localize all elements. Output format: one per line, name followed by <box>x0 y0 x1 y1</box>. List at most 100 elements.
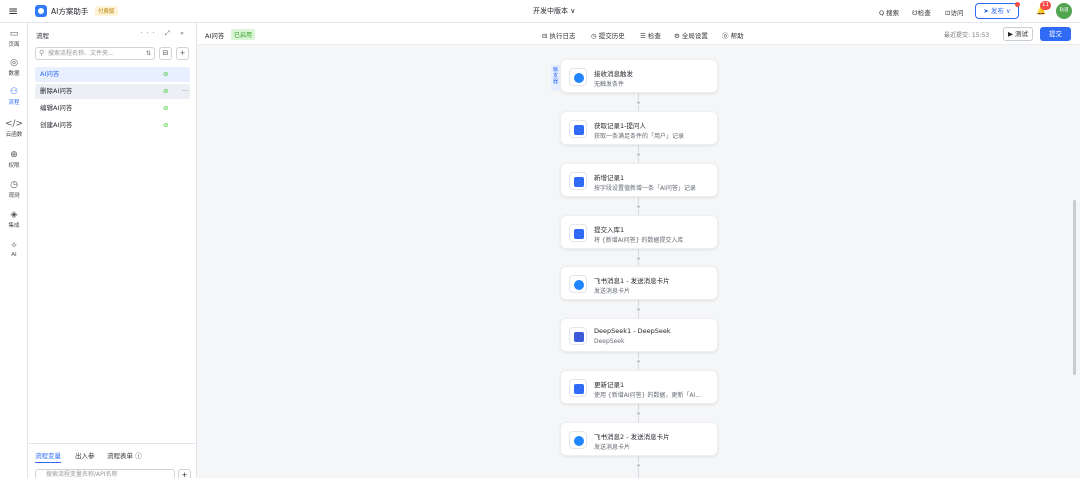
flow-list-item[interactable]: AI问答 ⊘ <box>35 67 190 82</box>
flow-node[interactable]: 提交入库1 将 {新增AI问答} 的数据提交入库 <box>560 215 718 249</box>
node-description: 按字段设置值新增一条「AI问答」记录 <box>594 185 696 192</box>
flow-list-item[interactable]: 删除AI问答 ⊘ ··· <box>35 84 190 99</box>
flow-node[interactable]: DeepSeek1 - DeepSeek DeepSeek <box>560 318 718 352</box>
submit-button[interactable]: 提交 <box>1040 27 1071 41</box>
add-node-dot[interactable] <box>636 411 641 416</box>
add-node-dot[interactable] <box>636 256 641 261</box>
version-dropdown[interactable]: 开发中版本 ∨ <box>533 6 575 16</box>
help-button[interactable]: ⓪ 帮助 <box>722 30 744 40</box>
rail-label: 流程 <box>8 100 20 106</box>
flow-list-item[interactable]: 创建AI问答 ⊘ <box>35 118 190 133</box>
test-button[interactable]: ▶ 测试 <box>1003 27 1033 41</box>
deepseek-icon <box>569 327 587 345</box>
status-badge: 已启用 <box>231 29 256 40</box>
more-icon[interactable]: ··· <box>182 84 188 99</box>
rail-item-2[interactable]: ⚇ 流程 <box>0 87 28 106</box>
add-node-dot[interactable] <box>636 463 641 468</box>
rail-label: 云函数 <box>5 132 23 138</box>
node-title: 飞书消息2 - 发送消息卡片 <box>594 433 670 441</box>
tab-flow-variables[interactable]: 流程变量 <box>35 450 61 463</box>
node-glyph <box>574 177 584 187</box>
notification-count: 11 <box>1040 1 1051 10</box>
rail-item-0[interactable]: ▭ 页面 <box>0 29 28 48</box>
tab-flow-form[interactable]: 流程表单 ⓘ <box>107 450 142 460</box>
rail-label: 权限 <box>8 163 20 169</box>
publish-label: 发布 <box>990 7 1004 15</box>
rail-item-6[interactable]: ◈ 集成 <box>0 210 28 229</box>
search-icon: ⚲ <box>39 49 45 57</box>
submit-history-button[interactable]: ◷ 提交历史 <box>591 30 625 40</box>
flow-node[interactable]: 接收消息触发 无触发条件 <box>560 59 718 93</box>
node-glyph <box>574 125 584 135</box>
node-description: 使用 {新增AI问答} 的数据，更新「AI... <box>594 392 701 399</box>
send-icon: ➤ <box>983 7 991 15</box>
tab-io-params[interactable]: 出入参 <box>75 450 95 460</box>
flow-item-label: 创建AI问答 <box>40 121 73 129</box>
add-node-dot[interactable] <box>636 100 641 105</box>
rail-item-4[interactable]: ⊕ 权限 <box>0 150 28 169</box>
app-name[interactable]: AI方案助手 <box>51 6 88 17</box>
record-add-icon <box>569 172 587 190</box>
add-variable-button[interactable]: + <box>178 469 191 478</box>
flow-panel: 流程 ··· ⤢ « ⚲ 搜索流程名称、文件夹... ⇅ ⊟ + AI问答 ⊘ 删除… <box>28 23 197 478</box>
flow-node[interactable]: 更新记录1 使用 {新增AI问答} 的数据，更新「AI... <box>560 370 718 404</box>
add-node-dot[interactable] <box>636 307 641 312</box>
flow-item-label: 删除AI问答 <box>40 87 73 95</box>
app-logo <box>35 5 47 17</box>
hamburger-icon[interactable]: ≡ <box>8 4 20 18</box>
node-title: 更新记录1 <box>594 381 625 389</box>
rail-item-7[interactable]: ✧ AI <box>0 241 28 258</box>
node-description: DeepSeek <box>594 338 625 345</box>
left-rail: ▭ 页面 ◎ 数据 ⚇ 流程 </> 云函数 ⊕ 权限 ◷ 观测 ◈ 集成 ✧ AI <box>0 23 28 478</box>
flow-list-item[interactable]: 编辑AI问答 ⊘ <box>35 101 190 116</box>
rail-label: 集成 <box>8 223 20 229</box>
check-button[interactable]: ☰ 检查 <box>640 30 661 40</box>
trigger-tag: 触发器 <box>551 65 560 91</box>
variable-search-input[interactable]: 搜索流程变量名称/API名称 <box>35 469 175 478</box>
flow-node[interactable]: 获取记录1-提问人 获取一条满足条件的「用户」记录 <box>560 111 718 145</box>
rail-item-5[interactable]: ◷ 观测 <box>0 180 28 199</box>
check-link[interactable]: ☋检查 <box>912 7 931 17</box>
enabled-check-icon: ⊘ <box>163 104 169 112</box>
flow-node[interactable]: 新增记录1 按字段设置值新增一条「AI问答」记录 <box>560 163 718 197</box>
visit-link[interactable]: ⊡访问 <box>945 7 963 17</box>
rail-label: 观测 <box>8 193 20 199</box>
record-update-icon <box>569 379 587 397</box>
flow-canvas[interactable]: 触发器 接收消息触发 无触发条件 获取记录1-提问人 获取一条满足条件的「用户」记录新… <box>197 45 1080 478</box>
node-title: 新增记录1 <box>594 174 625 182</box>
node-glyph <box>574 384 584 394</box>
node-glyph <box>574 229 584 239</box>
add-node-dot[interactable] <box>636 152 641 157</box>
publish-button[interactable]: ➤ 发布 ∨ <box>975 2 1020 19</box>
rail-item-3[interactable]: </> 云函数 <box>0 119 28 138</box>
flow-search-input[interactable]: ⚲ 搜索流程名称、文件夹... ⇅ <box>35 47 155 60</box>
flow-node[interactable]: 飞书消息1 - 发送消息卡片 发送消息卡片 <box>560 266 718 300</box>
execution-log-button[interactable]: ⊟ 执行日志 <box>542 30 576 40</box>
panel-tools[interactable]: ··· ⤢ « <box>140 29 188 38</box>
add-node-dot[interactable] <box>636 359 641 364</box>
flow-node[interactable]: 飞书消息2 - 发送消息卡片 发送消息卡片 <box>560 422 718 456</box>
permission-icon: ⊕ <box>10 150 18 160</box>
node-description: 无触发条件 <box>594 81 625 88</box>
flow-item-label: 编辑AI问答 <box>40 104 73 112</box>
add-flow-button[interactable]: + <box>176 47 189 60</box>
search-link[interactable]: Q 搜索 <box>879 7 899 17</box>
global-settings-button[interactable]: ⚙ 全局设置 <box>674 30 708 40</box>
rail-label: 数据 <box>8 71 20 77</box>
node-title: 接收消息触发 <box>594 70 633 78</box>
node-title: 提交入库1 <box>594 226 625 234</box>
top-bar: ≡ AI方案助手 付费版 开发中版本 ∨ Q 搜索 ☋检查 ⊡访问 ➤ 发布 ∨… <box>0 0 1080 23</box>
add-node-dot[interactable] <box>636 204 641 209</box>
page-icon: ▭ <box>9 29 19 39</box>
search-placeholder: 搜索流程名称、文件夹... <box>48 50 114 57</box>
avatar[interactable]: 轨道 <box>1056 3 1072 19</box>
folder-button[interactable]: ⊟ <box>159 47 172 60</box>
node-title: DeepSeek1 - DeepSeek <box>594 327 671 335</box>
rail-item-1[interactable]: ◎ 数据 <box>0 58 28 77</box>
node-title: 获取记录1-提问人 <box>594 122 646 130</box>
filter-icon[interactable]: ⇅ <box>146 48 151 59</box>
canvas-scrollbar[interactable] <box>1073 200 1076 375</box>
node-description: 发送消息卡片 <box>594 288 631 295</box>
last-submit-time: 最近提交: 15:53 <box>944 32 990 39</box>
node-glyph <box>574 280 584 290</box>
